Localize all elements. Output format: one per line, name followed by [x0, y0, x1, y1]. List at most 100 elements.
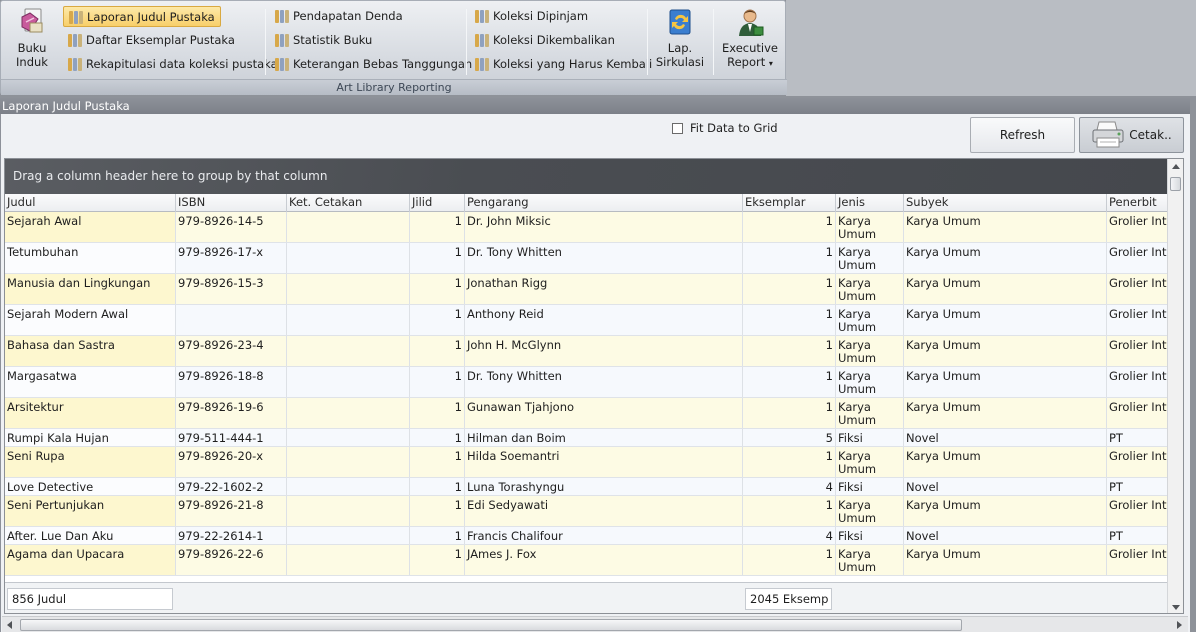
cell-subyek[interactable]: Karya Umum — [904, 447, 1107, 477]
cell-judul[interactable]: Love Detective — [5, 478, 176, 495]
cell-subyek[interactable]: Karya Umum — [904, 398, 1107, 428]
cell-isbn[interactable] — [176, 305, 287, 335]
cell-jilid[interactable]: 1 — [410, 243, 465, 273]
column-header-eksemplar[interactable]: Eksemplar — [743, 194, 836, 212]
cell-penerbit[interactable]: Grolier Int — [1107, 243, 1169, 273]
cell-isbn[interactable]: 979-8926-23-4 — [176, 336, 287, 366]
cell-pengarang[interactable]: Francis Chalifour — [465, 527, 743, 544]
cell-eksemplar[interactable]: 1 — [743, 336, 836, 366]
cell-subyek[interactable]: Karya Umum — [904, 243, 1107, 273]
cell-eksemplar[interactable]: 1 — [743, 496, 836, 526]
cell-isbn[interactable]: 979-8926-18-8 — [176, 367, 287, 397]
cell-eksemplar[interactable]: 4 — [743, 527, 836, 544]
buku-induk-button[interactable]: Buku Induk — [9, 7, 55, 69]
cell-eksemplar[interactable]: 1 — [743, 212, 836, 242]
cell-isbn[interactable]: 979-22-1602-2 — [176, 478, 287, 495]
cell-pengarang[interactable]: Jonathan Rigg — [465, 274, 743, 304]
cell-jilid[interactable]: 1 — [410, 367, 465, 397]
cell-pengarang[interactable]: Gunawan Tjahjono — [465, 398, 743, 428]
cell-eksemplar[interactable]: 4 — [743, 478, 836, 495]
cell-isbn[interactable]: 979-8926-22-6 — [176, 545, 287, 575]
cell-ket-cetakan[interactable] — [287, 545, 410, 575]
column-header-jilid[interactable]: Jilid — [410, 194, 465, 212]
scroll-up-icon[interactable] — [1172, 164, 1180, 169]
table-row[interactable]: Arsitektur 979-8926-19-6 1 Gunawan Tjahjono… — [5, 398, 1169, 429]
cell-jilid[interactable]: 1 — [410, 305, 465, 335]
cell-isbn[interactable]: 979-8926-15-3 — [176, 274, 287, 304]
cell-pengarang[interactable]: Dr. Tony Whitten — [465, 243, 743, 273]
ribbon-item-pendapatan-denda[interactable]: Pendapatan Denda — [270, 6, 408, 27]
cell-subyek[interactable]: Karya Umum — [904, 274, 1107, 304]
cell-ket-cetakan[interactable] — [287, 367, 410, 397]
column-header-jenis[interactable]: Jenis — [836, 194, 904, 212]
cell-jenis[interactable]: Fiksi — [836, 527, 904, 544]
cell-jilid[interactable]: 1 — [410, 398, 465, 428]
cell-pengarang[interactable]: Hilman dan Boim — [465, 429, 743, 446]
cell-penerbit[interactable]: Grolier Int — [1107, 496, 1169, 526]
table-row[interactable]: Tetumbuhan 979-8926-17-x 1 Dr. Tony Whitten… — [5, 243, 1169, 274]
cell-judul[interactable]: Arsitektur — [5, 398, 176, 428]
horizontal-scroll-thumb[interactable] — [20, 619, 962, 631]
cell-penerbit[interactable]: Grolier Int — [1107, 398, 1169, 428]
cell-eksemplar[interactable]: 1 — [743, 447, 836, 477]
cell-pengarang[interactable]: Edi Sedyawati — [465, 496, 743, 526]
cell-isbn[interactable]: 979-22-2614-1 — [176, 527, 287, 544]
cell-eksemplar[interactable]: 1 — [743, 545, 836, 575]
cell-subyek[interactable]: Karya Umum — [904, 367, 1107, 397]
cell-jenis[interactable]: Karya Umum — [836, 305, 904, 335]
cell-jenis[interactable]: Karya Umum — [836, 367, 904, 397]
cell-jenis[interactable]: Karya Umum — [836, 398, 904, 428]
vertical-scrollbar[interactable] — [1167, 159, 1183, 613]
cell-ket-cetakan[interactable] — [287, 527, 410, 544]
group-by-panel[interactable]: Drag a column header here to group by th… — [5, 159, 1169, 194]
scroll-left-icon[interactable] — [7, 621, 12, 629]
cell-penerbit[interactable]: Grolier Int — [1107, 447, 1169, 477]
fit-data-checkbox[interactable]: Fit Data to Grid — [672, 121, 778, 135]
cell-pengarang[interactable]: Dr. John Miksic — [465, 212, 743, 242]
cell-ket-cetakan[interactable] — [287, 274, 410, 304]
cell-pengarang[interactable]: Anthony Reid — [465, 305, 743, 335]
scroll-down-icon[interactable] — [1172, 605, 1180, 610]
cell-jilid[interactable]: 1 — [410, 274, 465, 304]
cell-eksemplar[interactable]: 1 — [743, 243, 836, 273]
cell-ket-cetakan[interactable] — [287, 478, 410, 495]
column-header-pengarang[interactable]: Pengarang — [465, 194, 743, 212]
cell-ket-cetakan[interactable] — [287, 305, 410, 335]
vertical-scroll-thumb[interactable] — [1170, 177, 1181, 191]
ribbon-item-rekapitulasi[interactable]: Rekapitulasi data koleksi pustaka — [63, 54, 283, 75]
cell-eksemplar[interactable]: 1 — [743, 398, 836, 428]
cell-eksemplar[interactable]: 5 — [743, 429, 836, 446]
ribbon-item-keterangan-bebas[interactable]: Keterangan Bebas Tanggungan — [270, 54, 477, 75]
refresh-button[interactable]: Refresh — [970, 117, 1075, 153]
cell-ket-cetakan[interactable] — [287, 243, 410, 273]
cell-judul[interactable]: After. Lue Dan Aku — [5, 527, 176, 544]
cell-jenis[interactable]: Karya Umum — [836, 243, 904, 273]
cell-subyek[interactable]: Karya Umum — [904, 212, 1107, 242]
table-row[interactable]: Bahasa dan Sastra 979-8926-23-4 1 John H. M… — [5, 336, 1169, 367]
cell-jilid[interactable]: 1 — [410, 429, 465, 446]
cell-isbn[interactable]: 979-8926-17-x — [176, 243, 287, 273]
cell-ket-cetakan[interactable] — [287, 398, 410, 428]
cell-isbn[interactable]: 979-8926-14-5 — [176, 212, 287, 242]
horizontal-scrollbar[interactable] — [2, 616, 1188, 632]
table-row[interactable]: Manusia dan Lingkungan 979-8926-15-3 1 Jona… — [5, 274, 1169, 305]
cell-penerbit[interactable]: Grolier Int — [1107, 305, 1169, 335]
ribbon-item-laporan-judul-pustaka[interactable]: Laporan Judul Pustaka — [63, 6, 221, 27]
table-row[interactable]: Seni Pertunjukan 979-8926-21-8 1 Edi Sedyaw… — [5, 496, 1169, 527]
cell-ket-cetakan[interactable] — [287, 496, 410, 526]
ribbon-item-koleksi-dipinjam[interactable]: Koleksi Dipinjam — [470, 6, 593, 27]
column-header-isbn[interactable]: ISBN — [176, 194, 287, 212]
cell-jenis[interactable]: Fiksi — [836, 429, 904, 446]
cell-subyek[interactable]: Karya Umum — [904, 305, 1107, 335]
print-button[interactable]: Cetak.. — [1079, 117, 1184, 153]
cell-eksemplar[interactable]: 1 — [743, 305, 836, 335]
cell-ket-cetakan[interactable] — [287, 212, 410, 242]
column-header-ket-cetakan[interactable]: Ket. Cetakan — [287, 194, 410, 212]
cell-pengarang[interactable]: Luna Torashyngu — [465, 478, 743, 495]
cell-judul[interactable]: Manusia dan Lingkungan — [5, 274, 176, 304]
cell-eksemplar[interactable]: 1 — [743, 367, 836, 397]
cell-penerbit[interactable]: Grolier Int — [1107, 274, 1169, 304]
cell-eksemplar[interactable]: 1 — [743, 274, 836, 304]
ribbon-item-koleksi-harus-kembali[interactable]: Koleksi yang Harus Kembali — [470, 54, 657, 75]
cell-pengarang[interactable]: Dr. Tony Whitten — [465, 367, 743, 397]
